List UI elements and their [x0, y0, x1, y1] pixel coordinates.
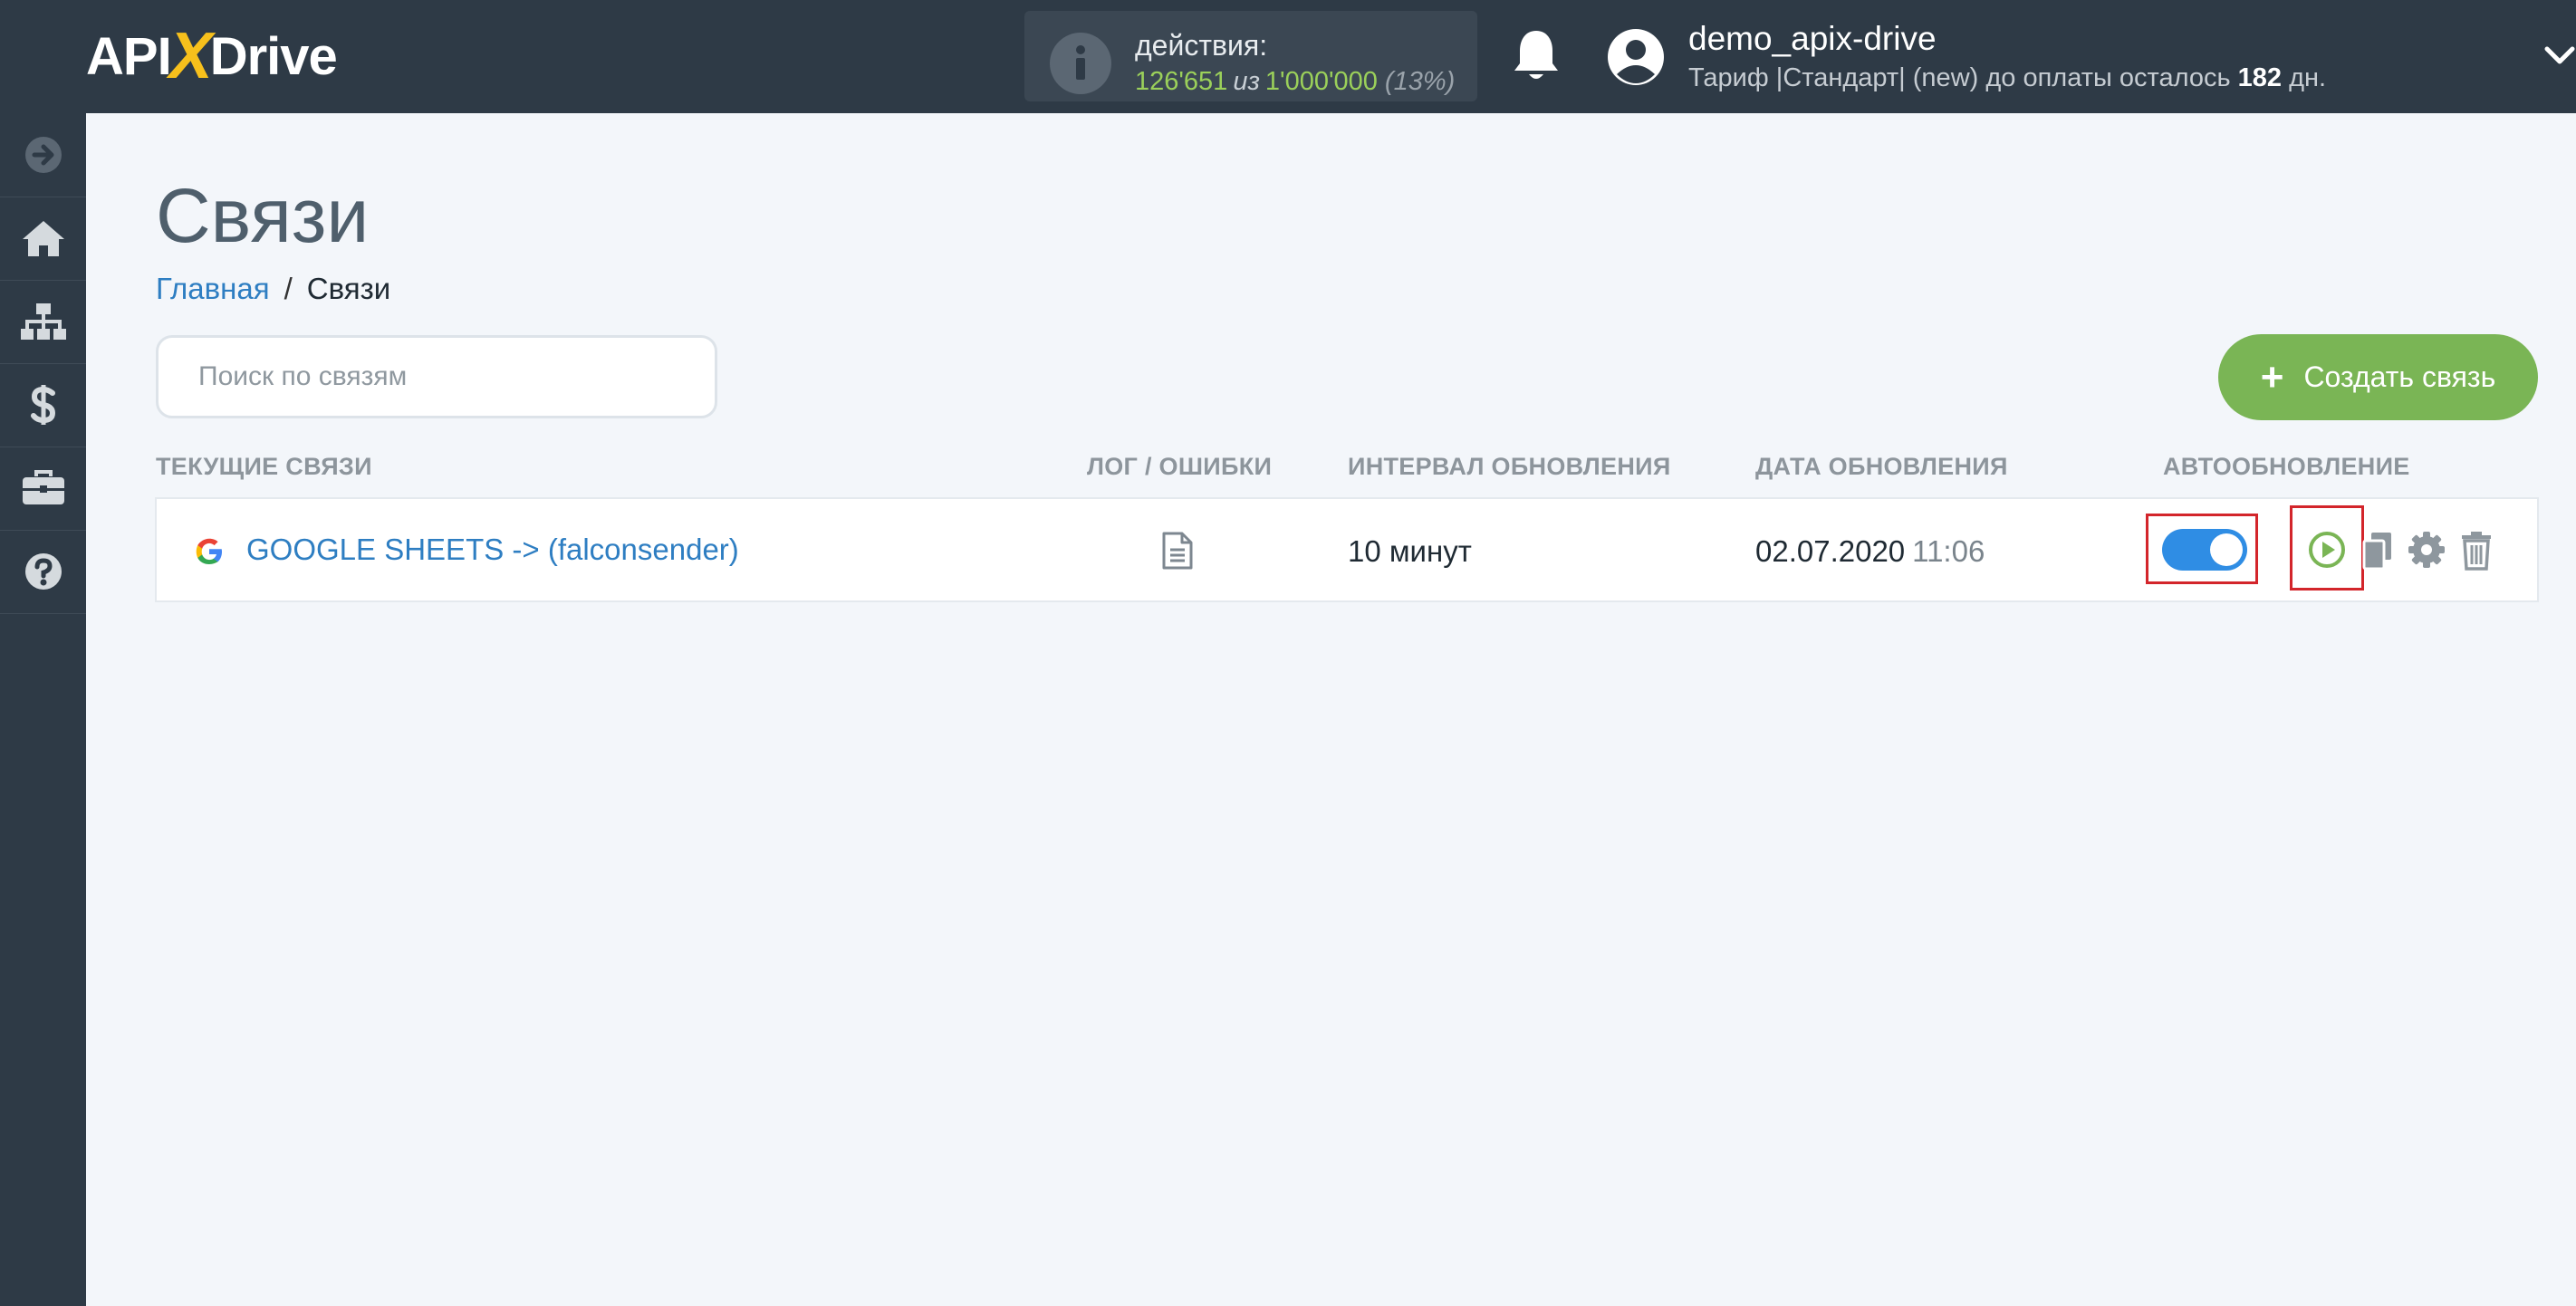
briefcase-icon — [22, 470, 64, 504]
create-connection-button[interactable]: + Создать связь — [2218, 334, 2538, 420]
logo-text-drive: Drive — [209, 26, 338, 86]
gear-icon[interactable] — [2408, 531, 2446, 569]
actions-of: из — [1233, 67, 1260, 96]
sidebar — [0, 113, 86, 1306]
bell-icon[interactable] — [1511, 27, 1562, 85]
breadcrumb: Главная / Связи — [156, 272, 390, 306]
toggle-knob — [2210, 533, 2243, 566]
trash-icon[interactable] — [2460, 531, 2493, 571]
tariff-days-suffix: дн. — [2282, 63, 2327, 92]
actions-total: 1'000'000 — [1264, 67, 1378, 96]
user-avatar-icon[interactable] — [1606, 27, 1666, 87]
dollar-icon — [30, 385, 55, 425]
sidebar-item-help[interactable] — [0, 530, 86, 614]
tariff-info: Тариф |Стандарт| (new) до оплаты осталос… — [1688, 63, 2326, 93]
actions-values: 126'651 из 1'000'000 (13%) — [1135, 67, 1455, 97]
update-date-time: 11:06 — [1912, 534, 1985, 568]
plus-icon: + — [2260, 354, 2284, 399]
tariff-days: 182 — [2237, 63, 2283, 92]
top-bar: API X Drive действия: 126'651 из 1'000'000 (1… — [0, 0, 2576, 113]
sidebar-item-tools[interactable] — [0, 447, 86, 531]
column-header-interval: ИНТЕРВАЛ ОБНОВЛЕНИЯ — [1348, 453, 1671, 480]
sitemap-icon — [20, 303, 66, 340]
google-icon — [196, 538, 222, 564]
chevron-down-icon[interactable] — [2543, 40, 2576, 71]
breadcrumb-home-link[interactable]: Главная — [156, 272, 270, 305]
sidebar-item-collapse[interactable] — [0, 113, 86, 197]
sidebar-item-billing[interactable] — [0, 363, 86, 447]
run-play-icon[interactable] — [2308, 531, 2346, 569]
log-file-icon[interactable] — [1161, 531, 1194, 571]
column-header-current: ТЕКУЩИЕ СВЯЗИ — [156, 453, 372, 480]
home-icon — [22, 221, 64, 256]
copy-icon[interactable] — [2362, 531, 2393, 571]
logo-text-x: X — [168, 20, 213, 92]
breadcrumb-separator: / — [284, 272, 293, 305]
user-name[interactable]: demo_apix-drive — [1688, 20, 1937, 58]
sidebar-item-home[interactable] — [0, 197, 86, 281]
update-interval: 10 минут — [1348, 534, 1472, 568]
connection-name-link[interactable]: GOOGLE SHEETS -> (falconsender) — [246, 533, 739, 567]
update-date: 02.07.2020 11:06 — [1755, 534, 1985, 569]
tariff-text: Тариф |Стандарт| (new) до оплаты осталос… — [1688, 63, 2238, 92]
column-header-log: ЛОГ / ОШИБКИ — [1087, 453, 1273, 480]
column-header-date: ДАТА ОБНОВЛЕНИЯ — [1755, 453, 2008, 480]
column-header-autoupdate: АВТООБНОВЛЕНИЕ — [2163, 453, 2410, 480]
apixdrive-logo[interactable]: API X Drive — [86, 20, 376, 92]
page-title: Связи — [156, 173, 370, 258]
search-input[interactable] — [156, 335, 717, 418]
sidebar-item-connections[interactable] — [0, 280, 86, 364]
actions-used: 126'651 — [1135, 67, 1228, 96]
info-icon — [1050, 33, 1111, 94]
actions-percent: (13%) — [1384, 67, 1456, 96]
actions-label: действия: — [1135, 29, 1268, 62]
logo-text-api: API — [86, 26, 172, 86]
update-date-day: 02.07.2020 — [1755, 534, 1906, 568]
autoupdate-toggle[interactable] — [2162, 529, 2247, 571]
breadcrumb-current: Связи — [306, 272, 391, 305]
actions-counter: действия: 126'651 из 1'000'000 (13%) — [1024, 11, 1477, 101]
arrow-right-icon — [24, 137, 62, 173]
question-icon — [24, 553, 62, 590]
create-connection-label: Создать связь — [2303, 360, 2496, 393]
